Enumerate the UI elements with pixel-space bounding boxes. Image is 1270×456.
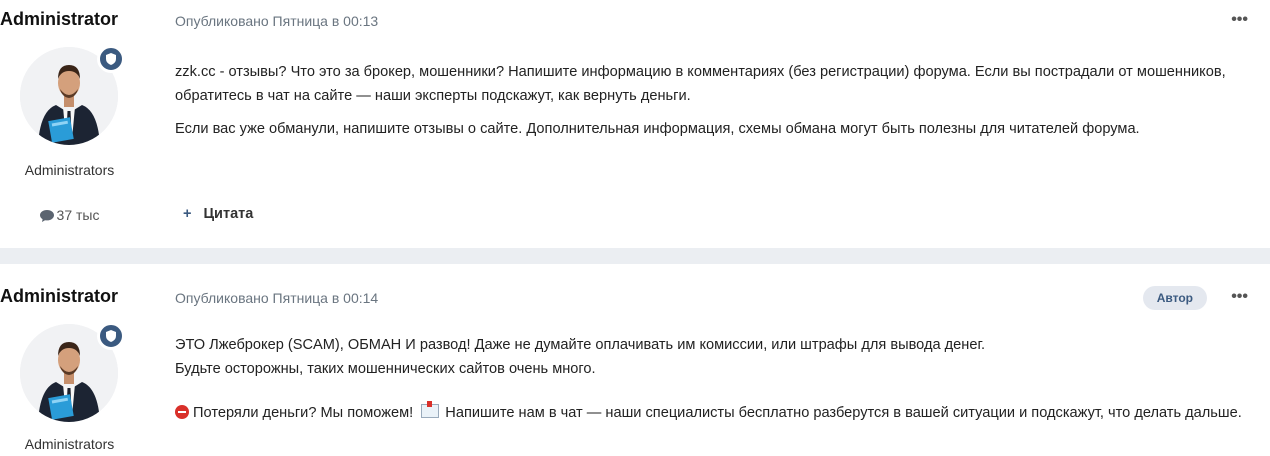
plus-icon: + — [183, 206, 192, 222]
post-count-value: 37 тыс — [56, 207, 100, 223]
author-name-link[interactable]: Administrator — [0, 286, 118, 307]
help-text: Потеряли деньги? Мы поможем! — [189, 405, 418, 421]
help-paragraph: Потеряли деньги? Мы поможем! Напишите на… — [175, 401, 1270, 425]
post-paragraph: zzk.cc - отзывы? Что это за брокер, моше… — [175, 64, 1226, 104]
moderator-badge — [97, 322, 125, 350]
post-published[interactable]: Опубликовано Пятница в 00:13 — [175, 13, 378, 29]
comment-icon — [39, 210, 54, 222]
post-count[interactable]: 37 тыс — [0, 207, 139, 223]
moderator-badge — [97, 45, 125, 73]
author-badge: Автор — [1142, 286, 1207, 310]
post-published[interactable]: Опубликовано Пятница в 00:14 — [175, 290, 378, 306]
post-menu-ellipsis-icon[interactable]: ••• — [1231, 288, 1248, 306]
help-text: Напишите нам в чат — наши специалисты бе… — [441, 405, 1242, 421]
user-group: Administrators — [24, 162, 115, 178]
post-content: zzk.cc - отзывы? Что это за брокер, моше… — [175, 60, 1270, 141]
shield-icon — [106, 330, 116, 342]
shield-icon — [106, 53, 116, 65]
post-line: ЭТО Лжеброкер (SCAM), ОБМАН И развод! Да… — [175, 337, 986, 353]
quote-button[interactable]: + Цитата — [183, 206, 253, 222]
stop-sign-icon — [175, 405, 189, 419]
user-group: Administrators — [24, 436, 115, 452]
post-content: ЭТО Лжеброкер (SCAM), ОБМАН И развод! Да… — [175, 333, 1270, 425]
envelope-icon — [421, 401, 440, 418]
forum-post: Administrator Administrators Опубликован… — [0, 264, 1270, 456]
forum-post: Administrator Administrators 37 тыс Опуб… — [0, 0, 1270, 248]
author-name-link[interactable]: Administrator — [0, 9, 118, 30]
quote-label: Цитата — [203, 206, 254, 222]
post-menu-ellipsis-icon[interactable]: ••• — [1231, 11, 1248, 29]
post-line: Будьте осторожны, таких мошеннических са… — [175, 361, 596, 377]
post-paragraph: Если вас уже обманули, напишите отзывы о… — [175, 121, 1140, 137]
